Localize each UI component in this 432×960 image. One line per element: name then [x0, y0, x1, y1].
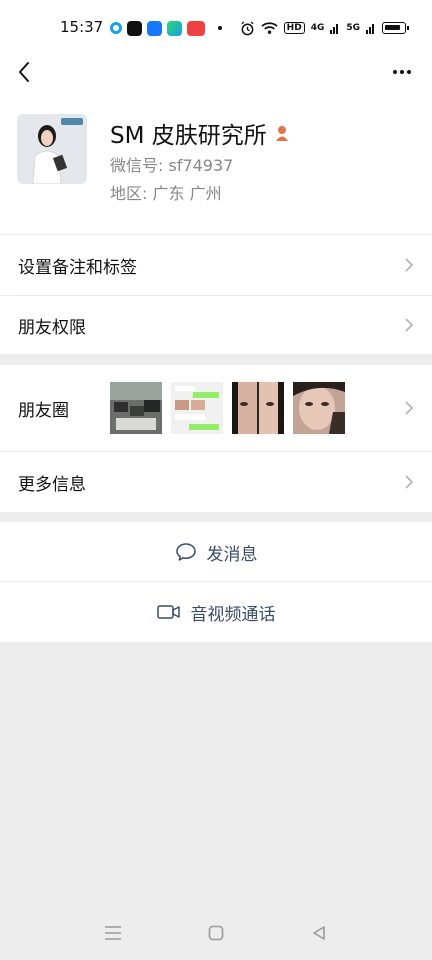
moments-thumbnails [110, 382, 345, 434]
menu-nav-button[interactable] [101, 921, 125, 945]
send-message-label: 发消息 [206, 544, 258, 565]
friend-permissions-label: 朋友权限 [18, 317, 86, 338]
female-icon [275, 126, 288, 141]
browser-app-icon [110, 22, 122, 34]
alarm-icon [241, 20, 254, 35]
more-info-row[interactable]: 更多信息 [0, 452, 432, 512]
video-camera-icon [156, 605, 180, 619]
video-call-button[interactable]: 音视频通话 [0, 582, 432, 642]
tiktok-app-icon [127, 20, 142, 36]
home-nav-button[interactable] [204, 921, 228, 945]
signal-4g-icon [330, 24, 339, 34]
wifi-icon [261, 22, 278, 34]
status-bar: 15:37 HD 4G 5G [0, 0, 432, 56]
avatar[interactable] [17, 114, 87, 184]
wechat-id: 微信号: sf74937 [110, 156, 234, 175]
chevron-right-icon [405, 401, 414, 415]
friend-permissions-row[interactable]: 朋友权限 [0, 296, 432, 354]
chevron-left-icon [19, 62, 29, 82]
moments-photo-machines [110, 382, 162, 434]
more-dot [407, 70, 411, 74]
profile-header: SM 皮肤研究所 微信号: sf74937 地区: 广东 广州 [0, 56, 432, 234]
moments-thumbnail [171, 382, 223, 434]
set-remark-label: 设置备注和标签 [18, 257, 137, 278]
notification-dot-icon [218, 26, 222, 30]
set-remark-row[interactable]: 设置备注和标签 [0, 235, 432, 295]
chevron-right-icon [405, 318, 414, 332]
moments-thumbnail [232, 382, 284, 434]
back-button[interactable] [10, 58, 38, 86]
more-dot [400, 70, 404, 74]
system-navigation-bar [0, 905, 432, 960]
moments-photo-before-after [232, 382, 284, 434]
hd-label: HD [283, 22, 305, 34]
status-system-icons: HD 4G 5G [240, 20, 409, 36]
moments-label: 朋友圈 [18, 400, 69, 421]
more-info-label: 更多信息 [18, 474, 86, 495]
more-options-button[interactable] [388, 58, 416, 86]
triangle-back-icon [313, 926, 325, 940]
toutiao-app-icon [187, 20, 205, 36]
status-time: 15:37 [60, 18, 104, 36]
signal-5g-icon [366, 24, 374, 34]
moments-thumbnail [293, 382, 345, 434]
play-app-icon [167, 20, 182, 36]
moments-photo-face [293, 382, 345, 434]
4g-label: 4G [310, 23, 325, 33]
video-call-label: 音视频通话 [190, 604, 276, 625]
profile-name-text: SM 皮肤研究所 [110, 123, 267, 149]
alipay-app-icon [147, 20, 162, 36]
menu-lines-icon [105, 926, 121, 940]
square-home-icon [208, 925, 224, 941]
battery-icon [382, 22, 409, 34]
send-message-button[interactable]: 发消息 [0, 522, 432, 582]
message-bubble-icon [175, 543, 196, 561]
chevron-right-icon [405, 258, 414, 272]
region: 地区: 广东 广州 [110, 184, 222, 203]
moments-thumbnail [110, 382, 162, 434]
5g-label: 5G [346, 23, 360, 33]
moments-row[interactable]: 朋友圈 [0, 365, 432, 451]
profile-name: SM 皮肤研究所 [110, 116, 291, 150]
more-dots-icon [393, 70, 397, 74]
chevron-right-icon [405, 475, 414, 489]
back-nav-button[interactable] [307, 921, 331, 945]
moments-photo-chat [171, 382, 223, 434]
status-app-icons [110, 20, 222, 36]
avatar-portrait-image [17, 114, 87, 184]
